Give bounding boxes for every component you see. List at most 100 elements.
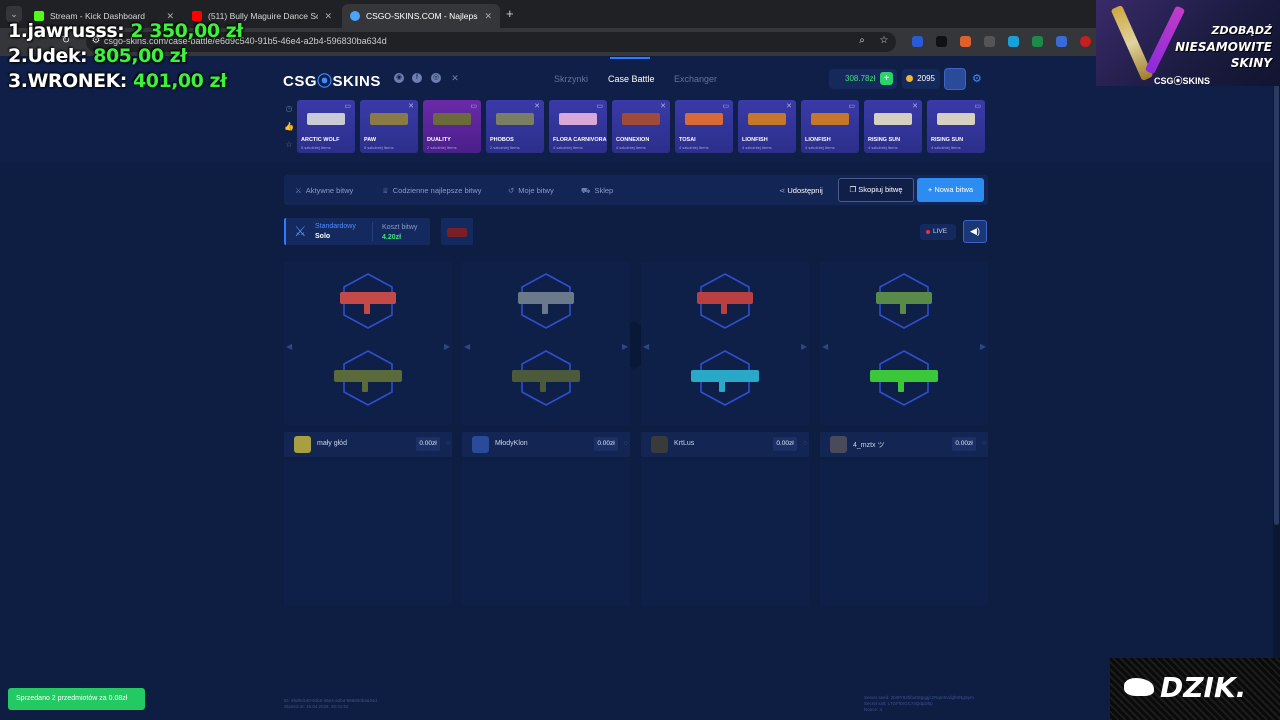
share-button[interactable]: ⋖ Udostępnij <box>779 186 823 195</box>
bookmark-icon: ▭ <box>848 103 855 110</box>
facebook-icon[interactable]: f <box>412 73 422 83</box>
bookmark-icon: ▭ <box>344 103 351 110</box>
speaker-icon: ◀) <box>970 226 980 236</box>
player-card[interactable]: KrtLus 0.00zł ○ <box>641 432 809 457</box>
nav-case-battle[interactable]: Case Battle <box>608 74 655 84</box>
battle-id-info: ID: e6d9c540-91b5-46e4-a2b4-596830ba634d… <box>284 698 377 709</box>
case-card[interactable]: ✕ PAW 5 szkolniej Items <box>360 100 418 153</box>
balance-display[interactable]: 308.78zł + <box>829 69 897 89</box>
leaderboard-row-1: 1.jawrusss: 2 350,00 zł <box>8 20 243 42</box>
nav-exchanger[interactable]: Exchanger <box>674 74 717 84</box>
discord-icon[interactable]: ◉ <box>394 73 404 83</box>
close-icon[interactable]: ✕ <box>324 11 332 22</box>
bookmark-icon: ▭ <box>596 103 603 110</box>
new-tab-button[interactable]: + <box>506 6 514 21</box>
extension-icon[interactable] <box>1080 36 1091 47</box>
instagram-icon[interactable]: ◎ <box>431 73 441 83</box>
case-card[interactable]: ✕ RISING SUN 4 szkolniej Items <box>864 100 922 153</box>
extension-icon[interactable] <box>1008 36 1019 47</box>
reel-arrow-left-icon: ◀ <box>286 342 293 351</box>
crossed-swords-icon: ✕ <box>660 103 666 110</box>
extension-icon[interactable] <box>912 36 923 47</box>
player-avatar <box>472 436 489 453</box>
active-nav-indicator <box>610 57 650 59</box>
player-items-panel <box>641 460 809 605</box>
zoom-icon[interactable]: ⌕ <box>856 35 868 47</box>
site-logo[interactable]: CSG⦿SKINS <box>283 70 381 91</box>
sold-items-toast[interactable]: Sprzedano 2 przedmiotów za 0.08zł <box>8 688 145 710</box>
weapon-image <box>433 113 471 125</box>
case-card[interactable]: ✕ CONNEXION 4 szkolniej Items <box>612 100 670 153</box>
case-card[interactable]: ▭ DUALITY 2 szkolniej Items <box>423 100 481 153</box>
extension-icon[interactable] <box>960 36 971 47</box>
tab-codzienne-najlepsze[interactable]: ♕ Codzienne najlepsze bitwy <box>382 186 482 195</box>
case-card[interactable]: ▭ ARCTIC WOLF 5 szkolniej Items <box>297 100 355 153</box>
crossed-swords-icon: ✕ <box>786 103 792 110</box>
browser-tab-csgoskins[interactable]: CSGO-SKINS.COM - Najlepsze ✕ <box>342 4 500 28</box>
x-twitter-icon[interactable]: ✕ <box>450 73 460 83</box>
extension-icon[interactable] <box>984 36 995 47</box>
weapon-image <box>370 113 408 125</box>
reel-arrow-right-icon: ▶ <box>801 342 808 351</box>
weapon-grip <box>900 302 906 314</box>
case-card[interactable]: ✕ LIONFISH 4 szkolniej Items <box>738 100 796 153</box>
close-icon[interactable]: ✕ <box>484 11 492 22</box>
tab-aktywne-bitwy[interactable]: ⚔ Aktywne bitwy <box>295 186 353 195</box>
tab-moje-bitwy[interactable]: ↺ Moje bitwy <box>508 186 554 195</box>
case-card[interactable]: ▭ RISING SUN 4 szkolniej Items <box>927 100 985 153</box>
crossed-swords-icon: ⚔ <box>294 223 307 239</box>
player-items-panel <box>284 460 452 605</box>
case-card[interactable]: ✕ PHOBOS 2 szkolniej Items <box>486 100 544 153</box>
info-icon: ○ <box>802 440 807 447</box>
sound-toggle-button[interactable]: ◀) <box>963 220 987 243</box>
bookmark-icon: ▭ <box>974 103 981 110</box>
trophy-icon: ♕ <box>382 186 389 195</box>
new-battle-button[interactable]: + Nowa bitwa <box>917 178 984 202</box>
player-card[interactable]: MłodyKlon 0.00zł ○ <box>462 432 630 457</box>
crossed-swords-icon: ✕ <box>534 103 540 110</box>
scrollbar-thumb[interactable] <box>1274 60 1279 525</box>
user-avatar[interactable] <box>944 68 966 90</box>
player-avatar <box>830 436 847 453</box>
promo-banner: ZDOBĄDŹ NIESAMOWITE SKINY CSG⦿SKINS <box>1096 0 1280 86</box>
tab-sklep[interactable]: ⛟ Sklep <box>581 186 613 196</box>
reel-arrow-right-icon: ▶ <box>622 342 629 351</box>
swords-icon: ⚔ <box>295 186 302 195</box>
info-icon: ○ <box>623 440 628 447</box>
weapon-grip <box>542 302 548 314</box>
extension-icon[interactable] <box>1032 36 1043 47</box>
player-avatar <box>651 436 668 453</box>
reel-arrow-left-icon: ◀ <box>643 342 650 351</box>
case-card[interactable]: ▭ LIONFISH 4 szkolniej Items <box>801 100 859 153</box>
copy-battle-button[interactable]: ❐ Skopiuj bitwę <box>838 178 914 202</box>
weapon-grip <box>898 380 904 392</box>
weapon-image <box>559 113 597 125</box>
weapon-image <box>512 370 580 382</box>
weapon-grip <box>719 380 725 392</box>
case-card[interactable]: ▭ TOSAI 4 szkolniej Items <box>675 100 733 153</box>
live-badge: LIVE <box>920 224 956 240</box>
bookmark-star-icon[interactable]: ☆ <box>878 35 890 47</box>
player-card[interactable]: mały głód 0.00zł ○ <box>284 432 452 457</box>
dzik-logo-overlay: DZIK. <box>1110 658 1280 720</box>
player-card[interactable]: 4_mztx ツ 0.00zł ○ <box>820 432 988 457</box>
coins-display[interactable]: 2095 <box>902 69 940 89</box>
nav-skrzynki[interactable]: Skrzynki <box>554 74 588 84</box>
settings-gear-icon[interactable]: ⚙ <box>972 72 982 85</box>
weapon-image <box>748 113 786 125</box>
bookmark-icon: ▭ <box>470 103 477 110</box>
case-card[interactable]: ▭ FLORA CARNIVORA 4 szkolniej Items <box>549 100 607 153</box>
star-icon[interactable]: ☆ <box>284 140 294 150</box>
extension-icon[interactable] <box>1056 36 1067 47</box>
player-avatar <box>294 436 311 453</box>
extension-icon[interactable] <box>936 36 947 47</box>
info-icon: ○ <box>981 440 986 447</box>
clock-icon[interactable]: ◷ <box>284 104 294 114</box>
weapon-grip <box>364 302 370 314</box>
battle-case-thumbnail[interactable] <box>441 218 473 245</box>
thumbs-up-icon[interactable]: 👍 <box>284 122 294 132</box>
history-icon: ↺ <box>508 186 515 195</box>
info-icon: ○ <box>445 440 450 447</box>
deposit-plus-icon[interactable]: + <box>880 72 893 85</box>
case-box-icon <box>447 228 467 237</box>
